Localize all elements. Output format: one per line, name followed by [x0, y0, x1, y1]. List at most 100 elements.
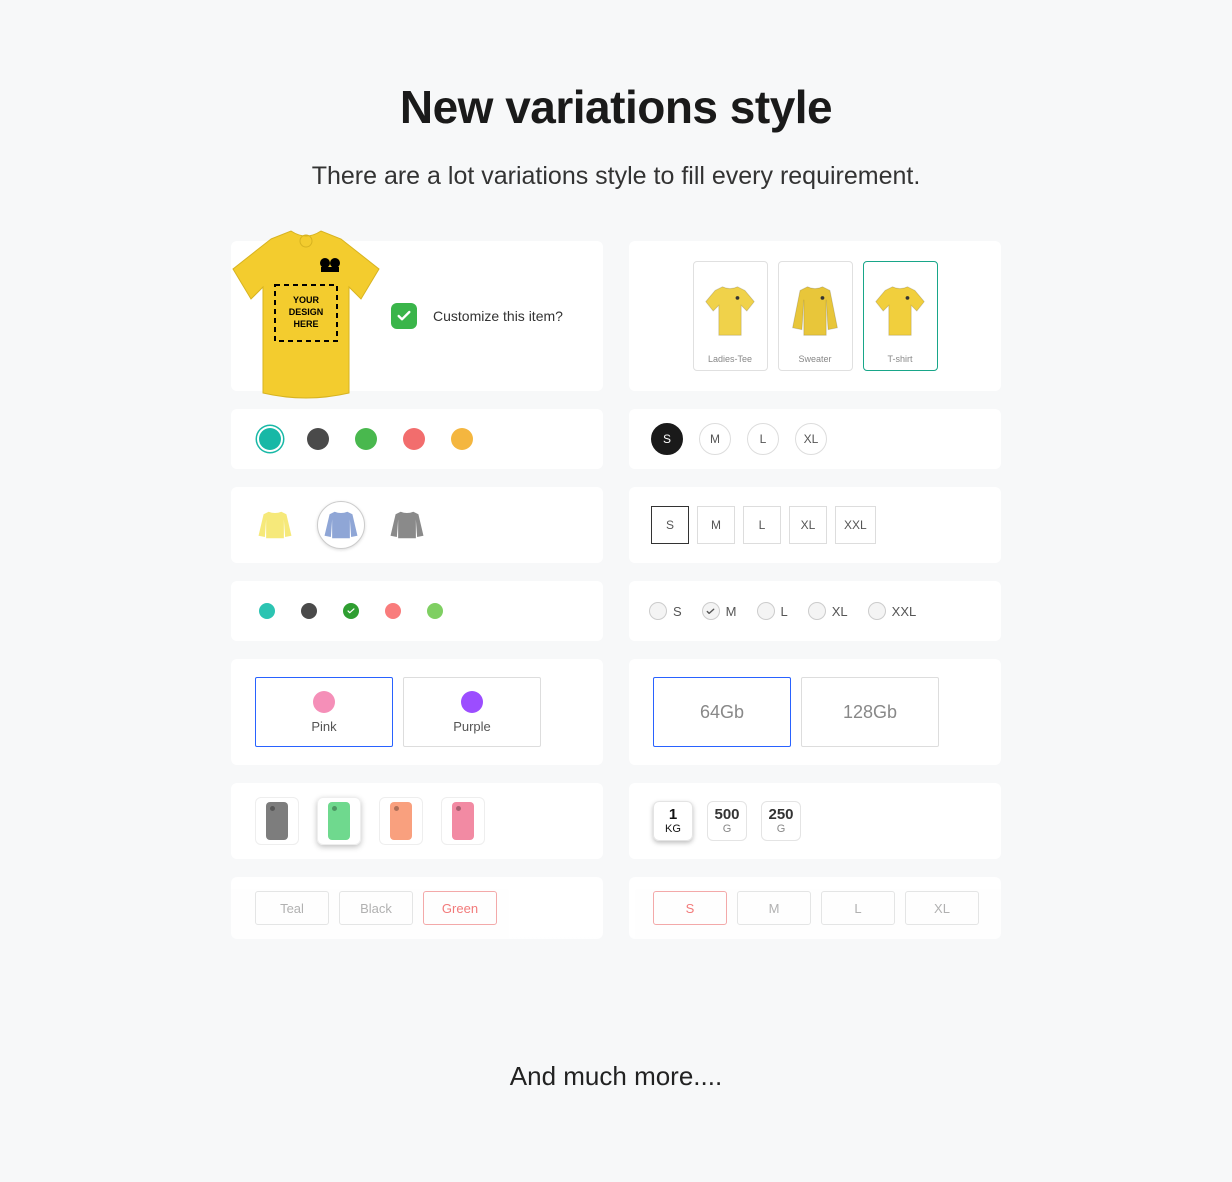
- chip-option[interactable]: Black: [339, 891, 413, 925]
- size-option-s[interactable]: S: [651, 423, 683, 455]
- swatch-color-dot: [313, 691, 335, 713]
- svg-text:DESIGN: DESIGN: [289, 307, 324, 317]
- radio-icon: [808, 602, 826, 620]
- color-dot[interactable]: [259, 428, 281, 450]
- weight-value: 500: [714, 807, 739, 824]
- chip-option[interactable]: L: [821, 891, 895, 925]
- weight-option[interactable]: 500G: [707, 801, 747, 841]
- card-sizes-circle: SML XL: [629, 409, 1001, 469]
- size-option-l[interactable]: L: [743, 506, 781, 544]
- svg-text:HERE: HERE: [293, 319, 318, 329]
- fade-overlay: [0, 932, 1232, 1122]
- sweater-icon: [322, 508, 360, 542]
- chip-option[interactable]: S: [653, 891, 727, 925]
- card-chips-size: SML XL: [629, 877, 1001, 939]
- color-dot-small[interactable]: [259, 603, 275, 619]
- radio-icon: [757, 602, 775, 620]
- phone-case-icon: [390, 802, 412, 840]
- size-option-l[interactable]: L: [747, 423, 779, 455]
- case-thumb[interactable]: [255, 797, 299, 845]
- size-option-m[interactable]: M: [699, 423, 731, 455]
- phone-case-icon: [328, 802, 350, 840]
- sweater-icon: [256, 508, 294, 542]
- size-radio-label: XL: [832, 604, 848, 619]
- weight-value: 1: [669, 807, 677, 824]
- card-customize: YOUR DESIGN HERE Customize this item?: [231, 241, 603, 391]
- swatch-pink[interactable]: Pink: [255, 677, 393, 747]
- size-option-xl[interactable]: XL: [795, 423, 827, 455]
- card-sweater-thumbs: [231, 487, 603, 563]
- phone-case-icon: [266, 802, 288, 840]
- swatch-label: Pink: [311, 719, 336, 734]
- color-dot[interactable]: [403, 428, 425, 450]
- page-title: New variations style: [0, 80, 1232, 134]
- tshirt-thumb-icon: [868, 268, 933, 354]
- size-radio-s[interactable]: S: [649, 602, 682, 620]
- svg-text:YOUR: YOUR: [293, 295, 320, 305]
- card-phone-cases: [231, 783, 603, 859]
- product-thumb-t-shirt[interactable]: T-shirt: [863, 261, 938, 371]
- color-dot-small[interactable]: [427, 603, 443, 619]
- case-thumb[interactable]: [441, 797, 485, 845]
- swatch-color-dot: [461, 691, 483, 713]
- size-option-m[interactable]: M: [697, 506, 735, 544]
- weight-unit: G: [723, 823, 732, 835]
- weight-unit: G: [777, 823, 786, 835]
- size-option-xxl[interactable]: XXL: [835, 506, 876, 544]
- color-dot[interactable]: [451, 428, 473, 450]
- customize-label: Customize this item?: [433, 308, 563, 324]
- swatch-purple[interactable]: Purple: [403, 677, 541, 747]
- radio-icon: [649, 602, 667, 620]
- size-radio-xl[interactable]: XL: [808, 602, 848, 620]
- card-sizes-square: SMLXLXXL: [629, 487, 1001, 563]
- card-weights: 1KG500G250G: [629, 783, 1001, 859]
- color-dot-small[interactable]: [343, 603, 359, 619]
- sweater-thumb[interactable]: [251, 501, 299, 549]
- card-chips-color: Teal Black Green: [231, 877, 603, 939]
- sweater-thumb[interactable]: [383, 501, 431, 549]
- sweater-icon: [388, 508, 426, 542]
- radio-icon: [868, 602, 886, 620]
- size-radio-label: M: [726, 604, 737, 619]
- weight-unit: KG: [665, 823, 681, 835]
- card-storage: 64Gb128Gb: [629, 659, 1001, 765]
- size-option-s[interactable]: S: [651, 506, 689, 544]
- chip-option[interactable]: M: [737, 891, 811, 925]
- customize-checkbox[interactable]: [391, 303, 417, 329]
- size-radio-label: S: [673, 604, 682, 619]
- chip-option[interactable]: Teal: [255, 891, 329, 925]
- card-small-dots: [231, 581, 603, 641]
- sweater-thumb[interactable]: [317, 501, 365, 549]
- size-radio-label: XXL: [892, 604, 917, 619]
- card-box-swatches: Pink Purple: [231, 659, 603, 765]
- chip-option[interactable]: Green: [423, 891, 497, 925]
- radio-checked-icon: [702, 602, 720, 620]
- card-sizes-radio: S M L XL XXL: [629, 581, 1001, 641]
- check-icon: [396, 308, 412, 324]
- storage-option[interactable]: 128Gb: [801, 677, 939, 747]
- weight-option[interactable]: 250G: [761, 801, 801, 841]
- color-dot[interactable]: [355, 428, 377, 450]
- case-thumb[interactable]: [379, 797, 423, 845]
- product-thumb-sweater[interactable]: Sweater: [778, 261, 853, 371]
- weight-option[interactable]: 1KG: [653, 801, 693, 841]
- size-option-xl[interactable]: XL: [789, 506, 827, 544]
- card-product-type: Ladies-Tee Sweater T-shirt: [629, 241, 1001, 391]
- color-dot-small[interactable]: [301, 603, 317, 619]
- phone-case-icon: [452, 802, 474, 840]
- size-radio-xxl[interactable]: XXL: [868, 602, 917, 620]
- tshirt-thumb-icon: [698, 268, 763, 354]
- case-thumb[interactable]: [317, 797, 361, 845]
- color-dot[interactable]: [307, 428, 329, 450]
- product-thumb-ladies-tee[interactable]: Ladies-Tee: [693, 261, 768, 371]
- size-radio-l[interactable]: L: [757, 602, 788, 620]
- product-thumb-label: Ladies-Tee: [708, 354, 752, 364]
- variations-grid: YOUR DESIGN HERE Customize this item? La…: [231, 241, 1001, 939]
- size-radio-label: L: [781, 604, 788, 619]
- storage-option[interactable]: 64Gb: [653, 677, 791, 747]
- color-dot-small[interactable]: [385, 603, 401, 619]
- product-thumb-label: Sweater: [798, 354, 831, 364]
- size-radio-m[interactable]: M: [702, 602, 737, 620]
- chip-option[interactable]: XL: [905, 891, 979, 925]
- sweater-thumb-icon: [783, 268, 848, 354]
